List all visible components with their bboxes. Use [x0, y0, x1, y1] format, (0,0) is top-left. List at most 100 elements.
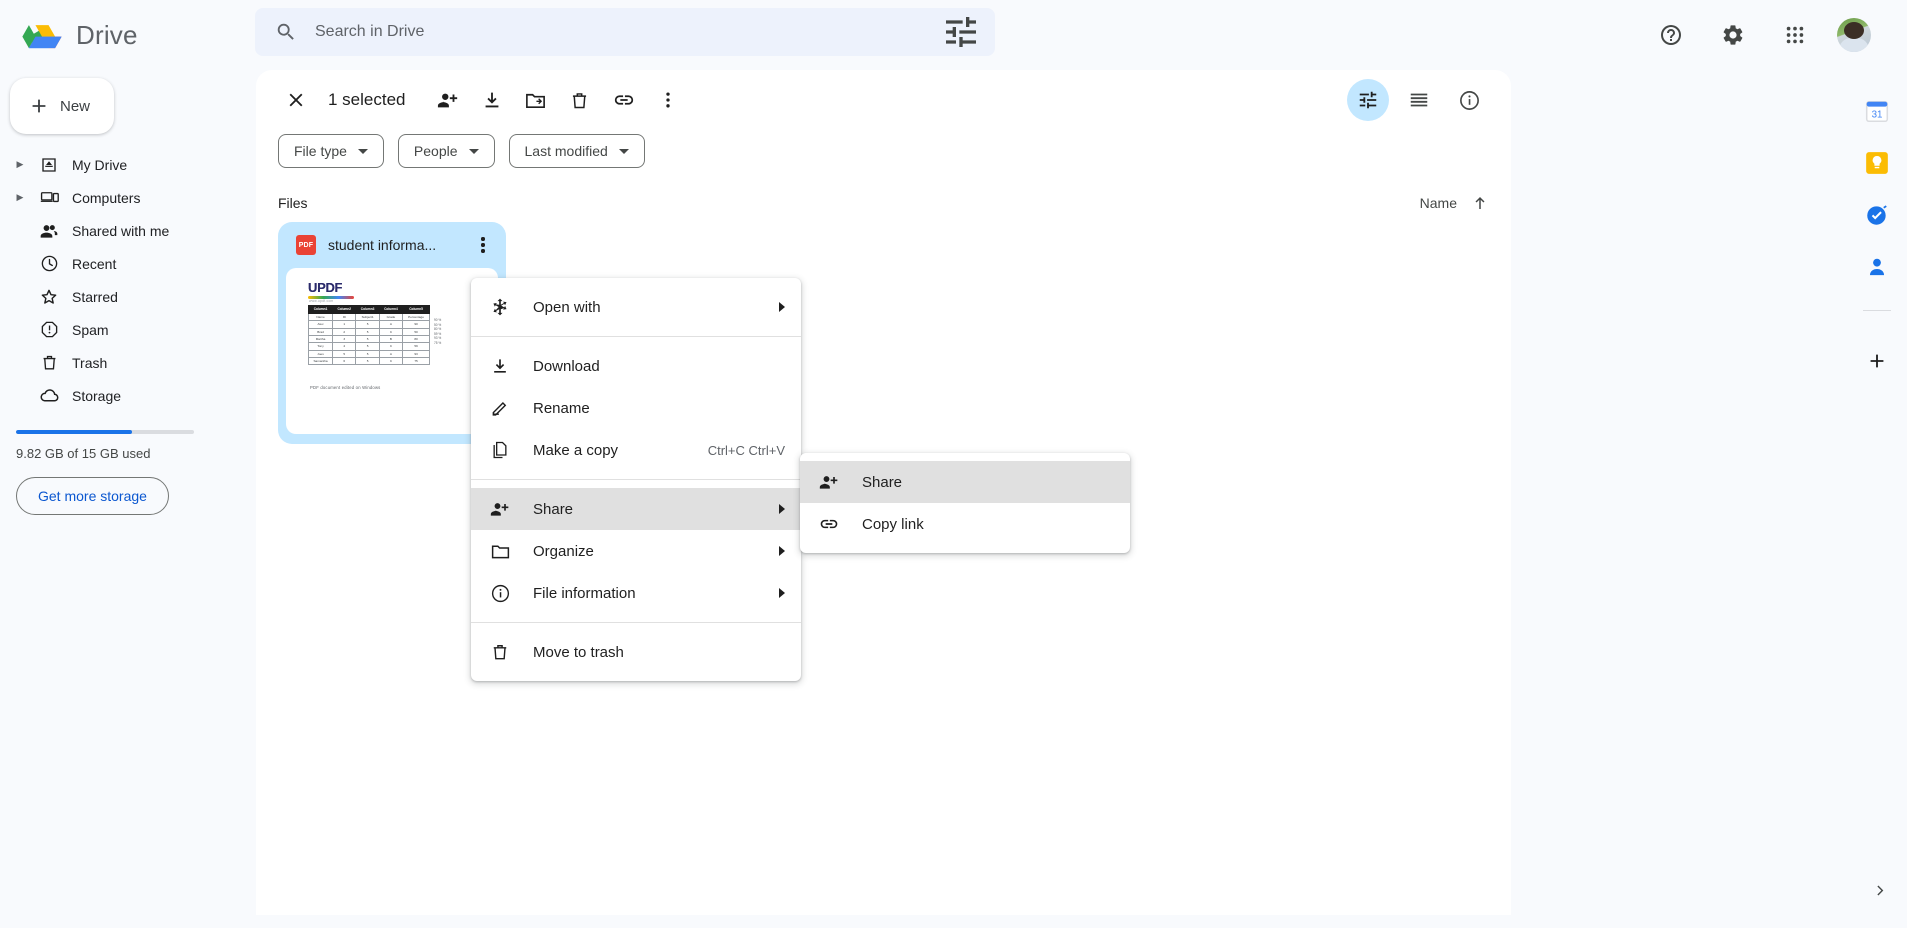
search-box[interactable] [255, 8, 995, 56]
menu-item-make-a-copy[interactable]: Make a copy Ctrl+C Ctrl+V [471, 429, 801, 471]
copy-icon [489, 439, 511, 461]
sidebar-item-recent[interactable]: ▶ Recent [0, 247, 256, 280]
brand-title: Drive [76, 20, 138, 51]
sidebar-item-starred[interactable]: ▶ Starred [0, 280, 256, 313]
sidebar-item-label: Shared with me [72, 223, 169, 239]
sidebar-item-my-drive[interactable]: ▶ My Drive [0, 148, 256, 181]
sidebar-item-spam[interactable]: ▶ Spam [0, 313, 256, 346]
calendar-icon[interactable]: 31 [1864, 98, 1890, 124]
file-thumbnail: UPDF www.updf.com Column1Column2Column3C… [286, 268, 498, 434]
computers-icon [38, 187, 60, 209]
updf-logo: UPDF [308, 280, 488, 295]
trash-icon [569, 90, 590, 111]
settings-button[interactable] [1713, 15, 1753, 55]
clear-selection-button[interactable] [276, 80, 316, 120]
submenu-arrow-icon [779, 546, 785, 556]
copy-link-action-button[interactable] [604, 80, 644, 120]
chip-label: People [414, 143, 458, 159]
chip-file-type[interactable]: File type [278, 134, 384, 168]
top-bar: Drive [0, 0, 1907, 70]
download-action-button[interactable] [472, 80, 512, 120]
menu-item-label: Open with [533, 299, 757, 316]
bottom-strip [256, 915, 1847, 928]
chip-label: Last modified [525, 143, 608, 159]
drive-app: Drive [0, 0, 1907, 928]
menu-divider [471, 336, 801, 337]
file-name: student informa... [328, 237, 456, 253]
person-add-icon [818, 471, 840, 493]
download-icon [489, 355, 511, 377]
sidebar-item-computers[interactable]: ▶ Computers [0, 181, 256, 214]
spam-alert-icon [38, 319, 60, 341]
menu-item-shortcut: Ctrl+C Ctrl+V [708, 443, 785, 458]
search-input[interactable] [315, 23, 923, 41]
menu-item-share[interactable]: Share [471, 488, 801, 530]
file-more-options-button[interactable] [468, 230, 498, 260]
menu-item-move-to-trash[interactable]: Move to trash [471, 631, 801, 673]
tasks-check-icon[interactable] [1864, 202, 1890, 228]
menu-item-file-information[interactable]: File information [471, 572, 801, 614]
keep-bulb-icon[interactable] [1864, 150, 1890, 176]
person-add-icon [489, 498, 511, 520]
chip-last-modified[interactable]: Last modified [509, 134, 645, 168]
sidebar-item-storage[interactable]: ▶ Storage [0, 379, 256, 412]
cloud-icon [38, 385, 60, 407]
menu-item-label: Make a copy [533, 442, 686, 459]
expand-rail-button[interactable] [1872, 882, 1889, 904]
filter-chips: File type People Last modified [256, 130, 1511, 168]
expand-caret-icon[interactable]: ▶ [14, 192, 26, 203]
account-avatar[interactable] [1837, 18, 1871, 52]
view-controls [1347, 79, 1489, 121]
person-add-icon [437, 89, 459, 111]
chip-people[interactable]: People [398, 134, 495, 168]
brand[interactable]: Drive [22, 17, 244, 53]
folder-move-icon [524, 89, 547, 112]
selection-toolbar: 1 selected [256, 70, 1511, 130]
google-apps-button[interactable] [1775, 15, 1815, 55]
info-circle-icon [489, 582, 511, 604]
menu-item-organize[interactable]: Organize [471, 530, 801, 572]
sidebar-item-shared-with-me[interactable]: ▶ Shared with me [0, 214, 256, 247]
sidebar-item-label: Recent [72, 256, 116, 272]
storage-progress-bar [16, 430, 194, 434]
rail-divider [1863, 310, 1891, 311]
menu-item-label: Download [533, 358, 789, 375]
new-button[interactable]: New [10, 78, 114, 134]
sidebar-item-label: Spam [72, 322, 109, 338]
submenu-item-copy-link[interactable]: Copy link [800, 503, 1130, 545]
add-app-button[interactable] [1857, 341, 1897, 381]
more-actions-button[interactable] [648, 80, 688, 120]
link-icon [818, 513, 840, 535]
menu-item-download[interactable]: Download [471, 345, 801, 387]
menu-item-rename[interactable]: Rename [471, 387, 801, 429]
move-to-folder-button[interactable] [516, 80, 556, 120]
list-view-toggle-button[interactable] [1399, 80, 1439, 120]
help-button[interactable] [1651, 15, 1691, 55]
submenu-item-share[interactable]: Share [800, 461, 1130, 503]
submenu-arrow-icon [779, 588, 785, 598]
filter-toggle-button[interactable] [1347, 79, 1389, 121]
shared-people-icon [38, 220, 60, 242]
plus-icon [28, 95, 50, 117]
sidebar-item-trash[interactable]: ▶ Trash [0, 346, 256, 379]
sort-control[interactable]: Name [1420, 194, 1489, 212]
tune-options-icon[interactable] [941, 12, 981, 52]
files-grid: PDF student informa... UPDF www.updf.com… [256, 222, 1511, 444]
new-button-label: New [60, 98, 90, 115]
submenu-arrow-icon [779, 302, 785, 312]
help-circle-icon [1659, 23, 1683, 47]
details-toggle-button[interactable] [1449, 80, 1489, 120]
get-more-storage-button[interactable]: Get more storage [16, 477, 169, 515]
menu-item-open-with[interactable]: Open with [471, 286, 801, 328]
trash-icon [489, 641, 511, 663]
drive-logo-icon [22, 17, 62, 53]
download-icon [481, 89, 503, 111]
thumbnail-caption: PDF document edited on Windows [310, 385, 380, 390]
contacts-person-icon[interactable] [1864, 254, 1890, 280]
share-action-button[interactable] [428, 80, 468, 120]
delete-action-button[interactable] [560, 80, 600, 120]
expand-caret-icon[interactable]: ▶ [14, 159, 26, 170]
storage-used-text: 9.82 GB of 15 GB used [16, 446, 226, 461]
submenu-item-label: Share [862, 474, 1118, 491]
menu-item-label: File information [533, 585, 757, 602]
